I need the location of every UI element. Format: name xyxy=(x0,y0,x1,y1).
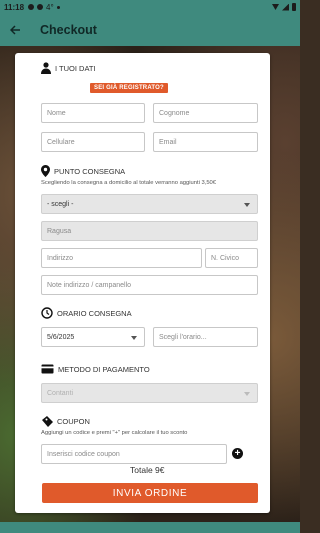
arrow-left-icon xyxy=(9,25,20,35)
section-time-title: ORARIO CONSEGNA xyxy=(57,308,132,318)
section-coupon-title: COUPON xyxy=(57,417,90,426)
clock-icon xyxy=(41,307,53,319)
plus-icon: + xyxy=(234,448,241,459)
notification-icon xyxy=(37,4,44,10)
order-total: Totale 9€ xyxy=(130,465,165,475)
location-pin-icon xyxy=(41,165,50,177)
section-payment: METODO DI PAGAMENTO xyxy=(41,364,150,374)
payment-select[interactable]: Contanti xyxy=(41,383,258,403)
city-field: Ragusa xyxy=(41,221,258,241)
section-time: ORARIO CONSEGNA xyxy=(41,307,132,319)
time-field[interactable]: Scegli l'orario... xyxy=(153,327,258,347)
wifi-icon xyxy=(272,4,279,10)
chevron-down-icon xyxy=(131,336,137,340)
back-button[interactable] xyxy=(0,14,30,46)
app-bar: Checkout xyxy=(0,14,300,46)
status-time: 11:18 xyxy=(4,2,25,12)
section-delivery-title: PUNTO CONSEGNA xyxy=(54,166,126,176)
section-delivery: PUNTO CONSEGNA xyxy=(41,165,125,177)
ticket-icon xyxy=(42,416,53,427)
date-select[interactable]: 5/6/2025 xyxy=(41,327,145,347)
email-field[interactable]: Email xyxy=(153,132,258,152)
page-title: Checkout xyxy=(40,23,97,37)
credit-card-icon xyxy=(41,364,54,374)
address-notes-field[interactable]: Note indirizzo / campanello xyxy=(41,275,258,295)
add-coupon-button[interactable]: + xyxy=(232,448,243,459)
signal-icon xyxy=(282,3,289,11)
status-bar: 11:18 4° xyxy=(0,0,300,14)
delivery-select[interactable]: - scegli - xyxy=(41,194,258,214)
navigation-bar xyxy=(0,522,300,533)
chevron-down-icon xyxy=(244,203,250,207)
civic-number-field[interactable]: N. Civico xyxy=(205,248,258,268)
person-icon xyxy=(41,62,51,74)
date-select-value: 5/6/2025 xyxy=(47,333,75,341)
phone-field[interactable]: Cellulare xyxy=(41,132,145,152)
section-payment-title: METODO DI PAGAMENTO xyxy=(58,364,150,374)
payment-select-value: Contanti xyxy=(47,389,74,397)
section-coupon: COUPON xyxy=(41,416,90,427)
chevron-down-icon xyxy=(244,392,250,396)
address-field[interactable]: Indirizzo xyxy=(41,248,202,268)
submit-order-button[interactable]: INVIA ORDINE xyxy=(42,483,258,503)
section-user-title: I TUOI DATI xyxy=(55,63,96,73)
section-user: I TUOI DATI xyxy=(41,62,96,74)
delivery-select-value: - scegli - xyxy=(47,200,74,208)
battery-icon xyxy=(292,3,296,11)
coupon-field[interactable]: Inserisci codice coupon xyxy=(41,444,227,464)
registered-button[interactable]: SEI GIÀ REGISTRATO? xyxy=(90,83,168,93)
coupon-note: Aggiungi un codice e premi "+" per calco… xyxy=(41,430,188,436)
status-indicator: 4° xyxy=(46,2,54,12)
surname-field[interactable]: Cognome xyxy=(153,103,258,123)
dot-icon xyxy=(56,5,60,9)
notification-icon xyxy=(28,4,35,10)
delivery-note: Scegliendo la consegna a domicilio al to… xyxy=(41,180,216,186)
name-field[interactable]: Nome xyxy=(41,103,145,123)
